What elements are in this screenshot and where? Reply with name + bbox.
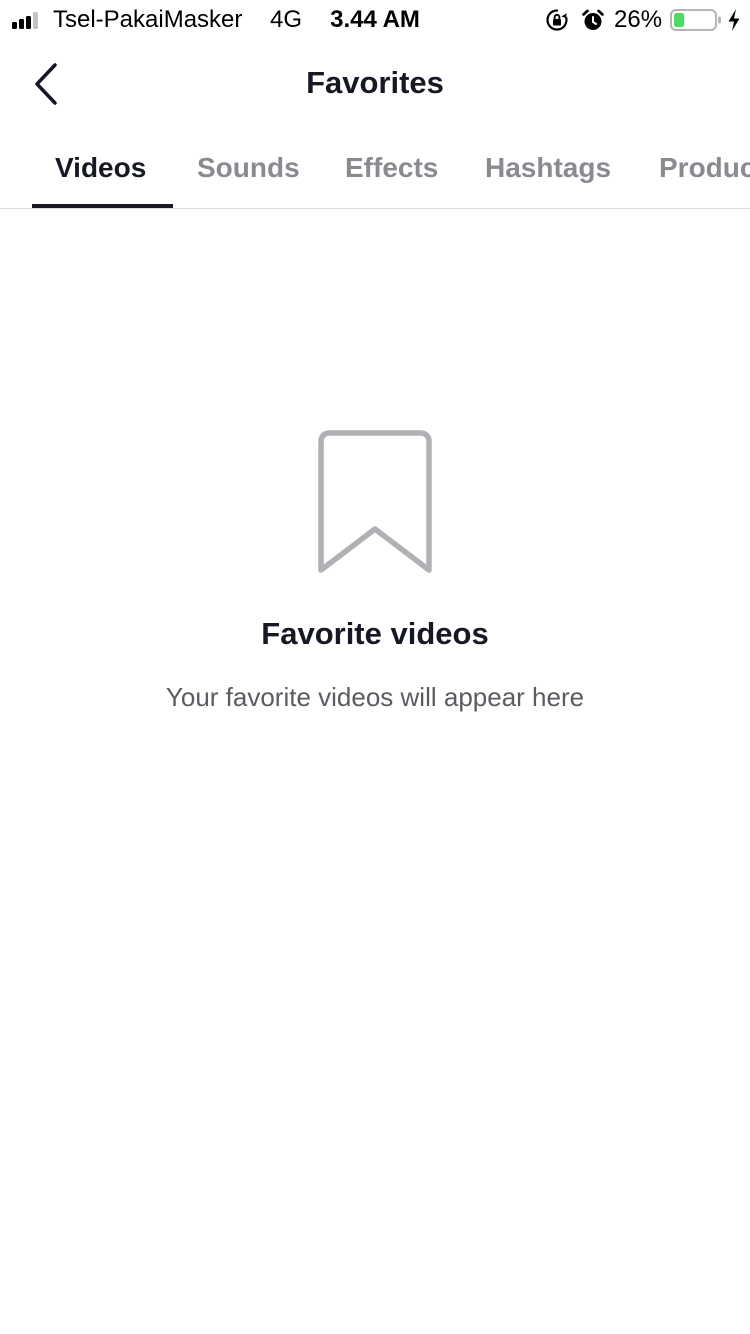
empty-state-title: Favorite videos <box>261 616 489 651</box>
tab-products[interactable]: Products <box>659 150 750 186</box>
battery-percentage: 26% <box>614 6 663 33</box>
page-title: Favorites <box>306 65 444 100</box>
tab-videos[interactable]: Videos <box>55 150 146 186</box>
active-tab-indicator <box>32 204 173 208</box>
tab-hashtags[interactable]: Hashtags <box>485 150 611 186</box>
status-bar: Tsel-PakaiMasker 4G 3.44 AM 26% <box>0 0 750 40</box>
bookmark-icon <box>318 430 432 573</box>
tab-effects[interactable]: Effects <box>345 150 438 186</box>
category-tabs: Videos Sounds Effects Hashtags Products <box>0 128 750 209</box>
empty-state-subtitle: Your favorite videos will appear here <box>165 682 585 712</box>
nav-header: Favorites <box>0 40 750 128</box>
orientation-lock-icon <box>546 9 568 31</box>
tab-sounds[interactable]: Sounds <box>197 150 300 186</box>
charging-bolt-icon <box>728 9 740 31</box>
alarm-icon <box>582 9 604 30</box>
battery-icon <box>670 9 721 31</box>
